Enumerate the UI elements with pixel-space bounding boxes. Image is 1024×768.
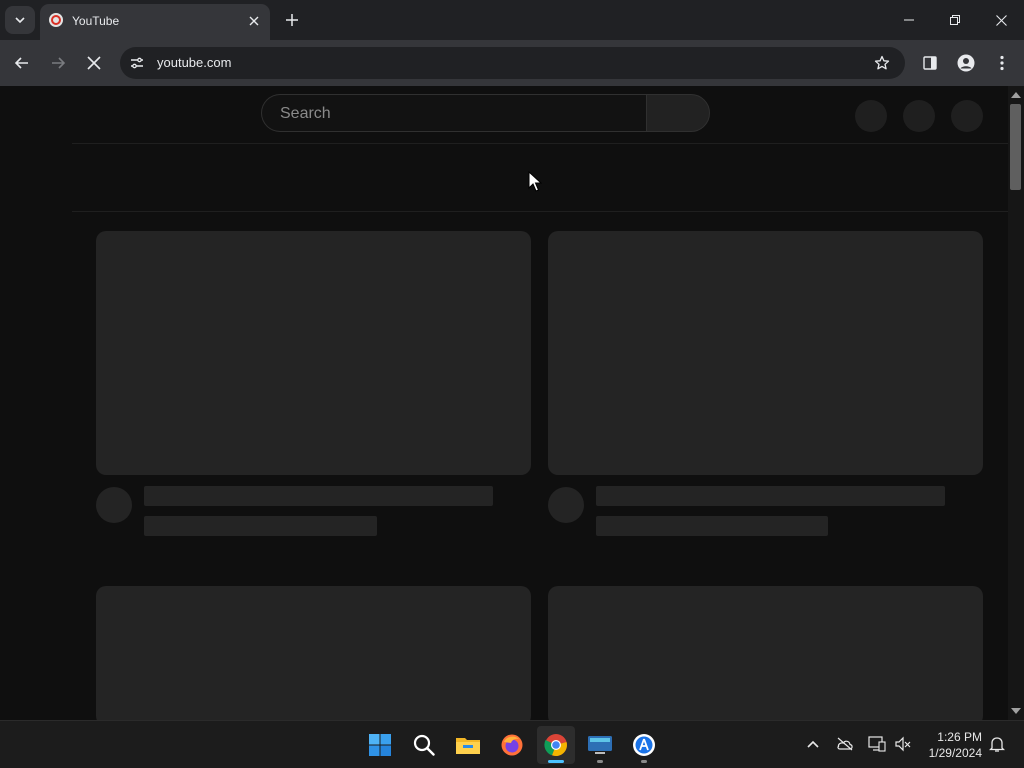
header-divider — [72, 143, 1008, 144]
youtube-page — [0, 86, 1024, 720]
site-settings-icon[interactable] — [128, 54, 146, 72]
restore-icon — [950, 15, 960, 25]
taskbar-clock[interactable]: 1:26 PM 1/29/2024 — [922, 729, 982, 761]
video-meta-placeholder — [596, 516, 828, 536]
file-explorer-button[interactable] — [449, 726, 487, 764]
volume-tray-button[interactable] — [892, 733, 914, 755]
bookmark-star-icon[interactable] — [873, 54, 891, 72]
video-title-placeholder — [144, 486, 493, 506]
search-icon — [413, 734, 435, 756]
running-app-indicator — [641, 760, 647, 763]
clock-date: 1/29/2024 — [928, 746, 982, 760]
scroll-down-arrow[interactable] — [1011, 708, 1021, 714]
arrow-right-icon — [52, 57, 66, 69]
avatar-placeholder — [951, 100, 983, 132]
plus-icon — [286, 14, 298, 26]
minimize-icon — [904, 19, 914, 21]
tab-search-button[interactable] — [5, 6, 35, 34]
network-icon — [868, 736, 886, 752]
folder-icon — [456, 738, 480, 754]
active-app-indicator — [548, 760, 564, 763]
stop-loading-button[interactable] — [80, 49, 108, 77]
minimize-button[interactable] — [886, 0, 932, 40]
remote-desktop-button[interactable] — [581, 726, 619, 764]
windows-taskbar: 1:26 PM 1/29/2024 — [0, 720, 1024, 768]
scroll-up-arrow[interactable] — [1011, 92, 1021, 98]
chrome-icon — [544, 734, 567, 757]
profile-icon — [957, 54, 975, 72]
page-scrollbar[interactable] — [1008, 86, 1024, 720]
app-store-icon — [633, 734, 655, 756]
video-meta-placeholder — [144, 516, 377, 536]
tab-close-button[interactable] — [246, 13, 262, 29]
more-vertical-icon — [1000, 55, 1004, 71]
close-icon — [249, 16, 259, 26]
volume-muted-icon — [895, 736, 911, 752]
video-title-placeholder — [596, 486, 945, 506]
profile-button[interactable] — [954, 51, 978, 75]
network-tray-button[interactable] — [866, 733, 888, 755]
firefox-icon — [501, 734, 523, 756]
tab-title: YouTube — [72, 14, 120, 28]
show-hidden-icons-button[interactable] — [802, 733, 824, 755]
onedrive-tray-button[interactable] — [834, 733, 856, 755]
side-panel-button[interactable] — [918, 51, 942, 75]
browser-tab-youtube[interactable]: YouTube — [40, 4, 270, 40]
cloud-offline-icon — [837, 737, 853, 751]
windows-start-icon — [369, 734, 391, 756]
browser-toolbar: youtube.com — [0, 40, 1024, 86]
channel-avatar-placeholder — [96, 487, 132, 523]
address-bar[interactable]: youtube.com — [120, 47, 905, 79]
remote-desktop-icon — [588, 736, 612, 754]
video-thumbnail-placeholder — [548, 231, 983, 475]
scrollbar-thumb[interactable] — [1010, 104, 1021, 190]
channel-avatar-placeholder — [548, 487, 584, 523]
close-icon — [87, 56, 101, 70]
running-app-indicator — [597, 760, 603, 763]
firefox-button[interactable] — [493, 726, 531, 764]
close-icon — [995, 14, 1007, 26]
search-box[interactable] — [261, 94, 646, 133]
new-tab-button[interactable] — [280, 8, 304, 32]
video-thumbnail-placeholder — [96, 231, 531, 475]
side-panel-icon — [923, 56, 937, 70]
close-window-button[interactable] — [978, 0, 1024, 40]
header-button-placeholder — [855, 100, 887, 132]
browser-titlebar: YouTube — [0, 0, 1024, 40]
chips-divider — [72, 211, 1008, 212]
mouse-cursor-icon — [528, 171, 542, 192]
back-button[interactable] — [8, 49, 36, 77]
header-button-placeholder — [903, 100, 935, 132]
notifications-button[interactable] — [986, 733, 1008, 755]
chevron-up-icon — [807, 740, 819, 748]
search-input[interactable] — [278, 95, 632, 133]
youtube-favicon-icon — [49, 13, 63, 27]
video-thumbnail-placeholder — [96, 586, 531, 720]
bell-icon — [989, 737, 1005, 752]
chrome-button[interactable] — [537, 726, 575, 764]
chevron-down-icon — [15, 17, 25, 24]
forward-button[interactable] — [44, 49, 72, 77]
video-thumbnail-placeholder — [548, 586, 983, 720]
taskbar-search-button[interactable] — [405, 726, 443, 764]
app-store-button[interactable] — [625, 726, 663, 764]
arrow-left-icon — [14, 57, 28, 69]
browser-menu-button[interactable] — [990, 51, 1014, 75]
restore-button[interactable] — [932, 0, 978, 40]
start-button[interactable] — [361, 726, 399, 764]
address-url: youtube.com — [157, 55, 232, 70]
search-button[interactable] — [646, 94, 710, 132]
clock-time: 1:26 PM — [937, 730, 982, 744]
